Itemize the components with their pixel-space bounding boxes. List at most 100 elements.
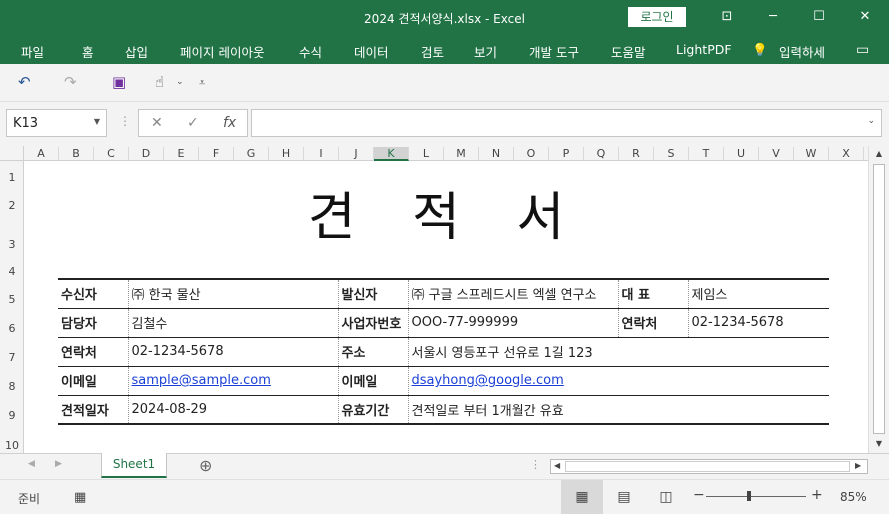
field-value[interactable]: 제임스 xyxy=(687,278,829,309)
close-icon[interactable]: ✕ xyxy=(856,8,874,26)
column-header[interactable]: J xyxy=(339,147,374,161)
row-header[interactable]: 6 xyxy=(0,322,24,335)
field-value[interactable]: ㈜ 한국 물산 xyxy=(127,278,338,309)
insert-function-icon[interactable]: fx xyxy=(223,115,236,131)
column-header[interactable]: P xyxy=(549,147,584,161)
zoom-level[interactable]: 85% xyxy=(840,490,867,504)
zoom-in-button[interactable]: + xyxy=(811,487,823,503)
select-all-button[interactable] xyxy=(0,146,24,161)
field-value[interactable]: ㈜ 구글 스프레드시트 엑셀 연구소 xyxy=(407,278,618,309)
next-sheet-icon[interactable]: ▶ xyxy=(55,459,62,469)
ribbon-display-options-icon[interactable]: ⊡ xyxy=(718,8,736,26)
column-header[interactable]: E xyxy=(164,147,199,161)
worksheet-grid[interactable]: 견 적 서 수신자 ㈜ 한국 물산 발신자 ㈜ 구글 스프레드시트 엑셀 연구소 대 표… xyxy=(24,161,868,453)
scroll-up-icon[interactable]: ▲ xyxy=(873,149,885,158)
row-header[interactable]: 9 xyxy=(0,409,24,422)
normal-view-button[interactable]: ▦ xyxy=(561,480,603,514)
login-button[interactable]: 로그인 xyxy=(628,7,686,27)
row-header[interactable]: 2 xyxy=(0,199,24,212)
field-value[interactable]: OOO-77-999999 xyxy=(407,308,618,338)
column-header[interactable]: R xyxy=(619,147,654,161)
zoom-out-button[interactable]: − xyxy=(693,487,705,503)
column-header[interactable]: D xyxy=(129,147,164,161)
field-label[interactable]: 수신자 xyxy=(58,278,128,309)
row-header[interactable]: 5 xyxy=(0,293,24,306)
column-header[interactable]: L xyxy=(409,147,444,161)
column-header[interactable]: O xyxy=(514,147,549,161)
touch-mode-icon[interactable]: ☝ xyxy=(155,73,164,91)
row-header[interactable]: 10 xyxy=(0,439,24,452)
field-value[interactable]: 김철수 xyxy=(127,308,338,338)
column-header[interactable]: S xyxy=(654,147,689,161)
tab-review[interactable]: 검토 xyxy=(421,42,444,61)
field-label[interactable]: 담당자 xyxy=(58,308,128,338)
field-label[interactable]: 연락처 xyxy=(58,337,128,367)
prev-sheet-icon[interactable]: ◀ xyxy=(28,459,35,469)
page-layout-view-button[interactable]: ▤ xyxy=(603,480,645,514)
tab-help[interactable]: 도움말 xyxy=(611,42,646,61)
tab-page-layout[interactable]: 페이지 레이아웃 xyxy=(180,42,264,61)
vertical-scrollbar[interactable]: ▲ ▼ xyxy=(868,146,889,453)
tab-lightpdf[interactable]: LightPDF xyxy=(676,42,732,57)
comments-icon[interactable]: ▭ xyxy=(856,42,869,58)
tell-me-search[interactable]: 입력하세 xyxy=(779,42,825,61)
field-label[interactable]: 대 표 xyxy=(617,278,688,309)
scroll-down-icon[interactable]: ▼ xyxy=(873,439,885,448)
scroll-left-icon[interactable]: ◀ xyxy=(554,461,560,470)
row-header[interactable]: 7 xyxy=(0,351,24,364)
undo-icon[interactable]: ↶ xyxy=(18,73,31,91)
horizontal-scrollbar[interactable]: ◀ ▶ xyxy=(550,459,868,474)
field-label[interactable]: 견적일자 xyxy=(58,395,128,425)
zoom-slider-thumb[interactable] xyxy=(747,491,751,501)
field-label[interactable]: 연락처 xyxy=(617,308,688,338)
minimize-icon[interactable]: ─ xyxy=(764,8,782,26)
email-link[interactable]: dsayhong@google.com xyxy=(412,373,564,388)
column-header[interactable]: B xyxy=(59,147,94,161)
column-header[interactable]: H xyxy=(269,147,304,161)
redo-icon[interactable]: ↷ xyxy=(64,73,77,91)
field-value[interactable]: 02-1234-5678 xyxy=(127,337,338,367)
field-value[interactable]: 2024-08-29 xyxy=(127,395,338,425)
field-value[interactable]: 02-1234-5678 xyxy=(687,308,829,338)
column-header[interactable]: N xyxy=(479,147,514,161)
row-header[interactable]: 8 xyxy=(0,380,24,393)
tab-view[interactable]: 보기 xyxy=(474,42,497,61)
field-label[interactable]: 사업자번호 xyxy=(337,308,408,338)
column-header[interactable]: V xyxy=(759,147,794,161)
row-header[interactable]: 1 xyxy=(0,171,24,184)
customize-qat-icon[interactable]: ⩡ xyxy=(199,76,205,90)
column-header[interactable]: W xyxy=(794,147,829,161)
chevron-down-icon[interactable]: ⌄ xyxy=(176,77,184,87)
email-link[interactable]: sample@sample.com xyxy=(132,373,271,388)
column-header[interactable]: U xyxy=(724,147,759,161)
tab-formulas[interactable]: 수식 xyxy=(299,42,322,61)
enter-icon[interactable]: ✓ xyxy=(187,115,199,131)
column-header[interactable]: K xyxy=(374,147,409,161)
expand-formula-icon[interactable]: ⌄ xyxy=(867,116,875,126)
name-box[interactable]: K13 ▼ xyxy=(6,109,107,137)
zoom-slider[interactable] xyxy=(706,496,806,497)
tab-developer[interactable]: 개발 도구 xyxy=(529,42,579,61)
vertical-scroll-thumb[interactable] xyxy=(873,164,885,434)
field-value[interactable]: dsayhong@google.com xyxy=(407,366,829,396)
column-header[interactable]: T xyxy=(689,147,724,161)
lightbulb-icon[interactable]: 💡 xyxy=(752,42,768,58)
sheet-tab-sheet1[interactable]: Sheet1 xyxy=(101,453,167,478)
tab-insert[interactable]: 삽입 xyxy=(125,42,148,61)
column-header[interactable]: C xyxy=(94,147,129,161)
field-label[interactable]: 이메일 xyxy=(337,366,408,396)
scroll-right-icon[interactable]: ▶ xyxy=(855,461,861,470)
add-sheet-icon[interactable]: ⊕ xyxy=(199,456,212,475)
field-label[interactable]: 유효기간 xyxy=(337,395,408,425)
column-header[interactable]: G xyxy=(234,147,269,161)
maximize-icon[interactable]: ☐ xyxy=(810,8,828,26)
save-icon[interactable]: ▣ xyxy=(112,73,126,91)
field-value[interactable]: sample@sample.com xyxy=(127,366,338,396)
column-header[interactable]: X xyxy=(829,147,864,161)
field-value[interactable]: 견적일로 부터 1개월간 유효 xyxy=(407,395,829,425)
field-label[interactable]: 주소 xyxy=(337,337,408,367)
tab-data[interactable]: 데이터 xyxy=(354,42,389,61)
column-header[interactable]: I xyxy=(304,147,339,161)
page-break-view-button[interactable]: ◫ xyxy=(645,480,687,514)
horizontal-scroll-thumb[interactable] xyxy=(565,461,850,472)
